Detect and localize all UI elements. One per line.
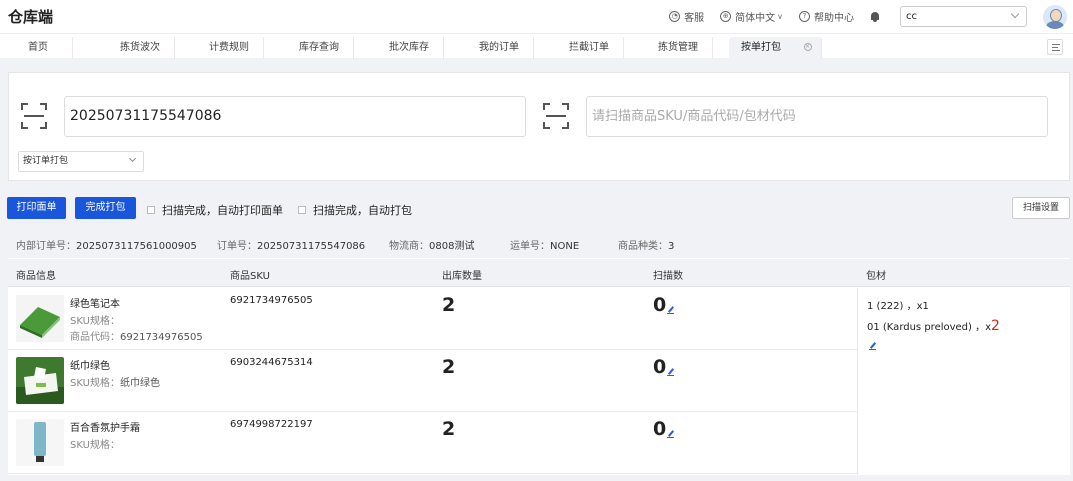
order-no: 订单号：20250731175547086 — [217, 241, 366, 252]
chevron-down-icon — [1010, 9, 1020, 19]
outbound-qty: 2 — [442, 356, 456, 378]
packing-item: 01 (Kardus preloved) ，x2 — [867, 318, 1000, 334]
product-image-tissue — [16, 357, 64, 404]
auto-pack-label: 扫描完成，自动打包 — [313, 204, 412, 217]
product-sku: 6903244675314 — [230, 357, 313, 368]
pack-mode-value: 按订单打包 — [23, 156, 69, 166]
product-spec: SKU规格：纸巾绿色 — [70, 378, 160, 389]
edit-icon[interactable] — [869, 342, 876, 350]
carrier: 物流商：0808测试 — [389, 241, 475, 252]
product-name: 绿色笔记本 — [70, 299, 120, 310]
packing-item: 1 (222) ，x1 — [867, 301, 929, 312]
headset-icon: ◔ — [669, 11, 681, 22]
scan-panel: 20250731175547086 请扫描商品SKU/商品代码/包材代码 按订单… — [8, 72, 1070, 181]
edit-icon[interactable] — [667, 368, 674, 376]
product-sku: 6921734976505 — [230, 295, 313, 306]
close-icon[interactable]: × — [804, 43, 812, 51]
tab-home[interactable]: 首页 — [4, 37, 73, 59]
app-title: 仓库端 — [8, 8, 54, 26]
scan-icon — [21, 103, 47, 129]
tab-my-orders[interactable]: 我的订单 — [465, 37, 534, 59]
checkbox-icon — [298, 206, 306, 214]
edit-icon[interactable] — [667, 430, 674, 438]
outbound-qty: 2 — [442, 418, 456, 440]
user-select[interactable]: cc — [900, 6, 1027, 27]
tab-intercepted-orders[interactable]: 拦截订单 — [555, 37, 624, 59]
product-name: 百合香氛护手霜 — [70, 423, 140, 434]
chevron-down-icon — [128, 154, 137, 163]
tab-billing-rules[interactable]: 计费规则 — [195, 37, 264, 59]
globe-icon: ⊕ — [720, 11, 732, 22]
product-spec: SKU规格： — [70, 316, 120, 327]
auto-print-checkbox[interactable]: 扫描完成，自动打印面单 — [147, 202, 283, 218]
product-code: 商品代码：6921734976505 — [70, 332, 203, 343]
order-scan-input[interactable]: 20250731175547086 — [64, 96, 526, 137]
outbound-qty: 2 — [442, 294, 456, 316]
header-product: 商品信息 — [16, 271, 56, 282]
scanned-qty: 0 — [653, 356, 667, 378]
table-header: 商品信息 商品SKU 出库数量 扫描数 包材 — [8, 259, 1070, 287]
language-label: 简体中文 — [735, 13, 776, 24]
print-label-button[interactable]: 打印面单 — [7, 197, 66, 219]
product-spec: SKU规格： — [70, 440, 120, 451]
packing-cell: 1 (222) ，x1 01 (Kardus preloved) ，x2 — [857, 288, 1070, 475]
scanned-qty: 0 — [653, 418, 667, 440]
header-packing: 包材 — [866, 271, 886, 282]
checkbox-icon — [147, 206, 155, 214]
table-row: 绿色笔记本 SKU规格： 商品代码：6921734976505 69217349… — [8, 288, 857, 350]
product-sku: 6974998722197 — [230, 419, 313, 430]
sku-scan-input[interactable]: 请扫描商品SKU/商品代码/包材代码 — [586, 96, 1048, 137]
tab-batch-stock[interactable]: 批次库存 — [375, 37, 444, 59]
order-panel: 内部订单号：2025073117561000905 订单号：2025073117… — [8, 228, 1070, 475]
finish-pack-button[interactable]: 完成打包 — [75, 197, 136, 219]
table-row: 纸巾绿色 SKU规格：纸巾绿色 6903244675314 2 0 — [8, 350, 857, 412]
bell-icon[interactable] — [870, 11, 880, 22]
customer-service-label: 客服 — [684, 13, 705, 24]
user-select-value: cc — [906, 11, 917, 22]
header-qty: 出库数量 — [442, 271, 482, 282]
auto-print-label: 扫描完成，自动打印面单 — [162, 204, 283, 217]
header-sku: 商品SKU — [230, 271, 270, 282]
help-center-label: 帮助中心 — [814, 13, 854, 24]
tab-bar: 首页 拣货波次 计费规则 库存查询 批次库存 我的订单 拦截订单 拣货管理 按单… — [0, 33, 1073, 59]
top-bar: 仓库端 ◔ 客服 ⊕ 简体中文 ∨ ? 帮助中心 cc — [0, 0, 1073, 33]
help-center-link[interactable]: ? 帮助中心 — [799, 9, 854, 24]
top-tools: ◔ 客服 ⊕ 简体中文 ∨ ? 帮助中心 cc — [669, 0, 1073, 33]
internal-order-no: 内部订单号：2025073117561000905 — [16, 241, 197, 252]
chevron-down-icon: ∨ — [777, 12, 783, 21]
scanned-qty: 0 — [653, 294, 667, 316]
product-name: 纸巾绿色 — [70, 361, 110, 372]
product-kinds: 商品种类：3 — [618, 241, 675, 252]
tracking-no: 运单号：NONE — [510, 241, 580, 252]
product-image-notebook — [16, 295, 64, 342]
scan-icon — [543, 103, 569, 129]
menu-icon[interactable] — [1047, 39, 1063, 55]
auto-pack-checkbox[interactable]: 扫描完成，自动打包 — [298, 202, 412, 218]
scan-settings-button[interactable]: 扫描设置 — [1012, 197, 1070, 219]
packing-qty: 2 — [991, 318, 1000, 334]
language-switch[interactable]: ⊕ 简体中文 ∨ — [720, 9, 783, 24]
tab-pack-by-order[interactable]: 按单打包 × — [729, 37, 822, 59]
tab-pick-management[interactable]: 拣货管理 — [644, 37, 713, 59]
order-info-row: 内部订单号：2025073117561000905 订单号：2025073117… — [8, 228, 1070, 258]
tab-pick-wave[interactable]: 拣货波次 — [106, 37, 175, 59]
help-icon: ? — [799, 11, 810, 22]
tab-stock-query[interactable]: 库存查询 — [285, 37, 354, 59]
pack-mode-select[interactable]: 按订单打包 — [18, 151, 144, 172]
avatar[interactable] — [1043, 4, 1067, 29]
header-scanned: 扫描数 — [653, 271, 683, 282]
product-image-hand-cream — [16, 419, 64, 466]
table-row: 百合香氛护手霜 SKU规格： 6974998722197 2 0 — [8, 412, 857, 474]
edit-icon[interactable] — [667, 306, 674, 314]
customer-service-link[interactable]: ◔ 客服 — [669, 9, 704, 24]
